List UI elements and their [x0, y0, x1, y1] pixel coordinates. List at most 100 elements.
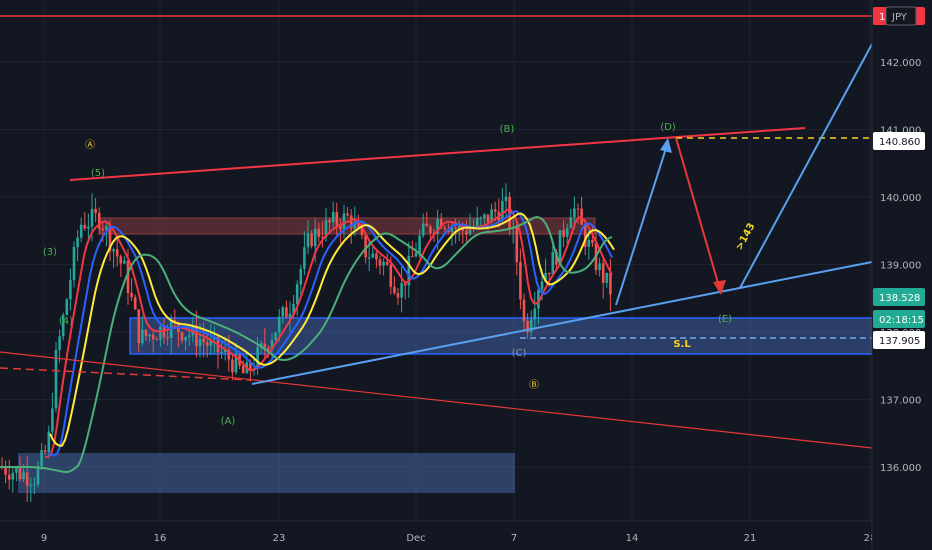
wave-label: (B): [500, 124, 515, 135]
candle-body: [159, 326, 162, 340]
candle-body: [281, 307, 285, 317]
candle-body: [40, 450, 43, 467]
candle-body: [187, 335, 191, 337]
candle-body: [306, 233, 310, 248]
candle-body: [403, 283, 407, 286]
wave-label: (A): [221, 416, 236, 427]
candle-body: [598, 263, 601, 270]
candle-body: [475, 218, 479, 227]
candle-body: [540, 281, 544, 290]
price-tag-label: 02:18:15: [879, 315, 924, 326]
candle-body: [533, 308, 537, 320]
candle-body: [267, 347, 270, 350]
candle-body: [371, 253, 375, 258]
x-tick-label: 16: [154, 533, 167, 544]
candle-body: [443, 227, 447, 229]
candle-body: [529, 319, 533, 333]
candle-body: [378, 259, 382, 266]
candle-body: [295, 284, 299, 304]
candle-body: [551, 252, 555, 275]
candle-body: [263, 343, 267, 348]
x-axis: 9 16 23 Dec 7 14 21 28: [0, 520, 932, 550]
candle-body: [400, 283, 403, 298]
candle-body: [393, 286, 396, 294]
wave-label: Ⓐ: [85, 139, 95, 151]
candle-body: [4, 467, 7, 475]
candle-body: [119, 256, 123, 264]
candle-body: [425, 223, 429, 227]
candle-body: [25, 472, 29, 486]
candle-body: [133, 297, 137, 310]
candle-body: [72, 246, 76, 281]
y-tick-label: 142.000: [880, 58, 921, 69]
candle-body: [112, 249, 115, 252]
candle-body: [515, 227, 519, 263]
candle-body: [382, 261, 385, 266]
candle-body: [51, 408, 54, 432]
candle-body: [36, 466, 40, 485]
candle-body: [580, 208, 583, 225]
y-tick-label: 137.000: [880, 396, 921, 407]
candle-body: [303, 247, 306, 269]
candle-body: [220, 352, 223, 354]
candle-body: [7, 474, 11, 480]
wave-label: (3): [43, 247, 57, 258]
candle-body: [565, 227, 569, 237]
candle-body: [501, 201, 504, 221]
candle-body: [465, 230, 468, 235]
candle-body: [15, 468, 18, 473]
candle-body: [389, 264, 393, 287]
wave-label: (C): [512, 348, 527, 359]
wave-label: (5): [91, 168, 105, 179]
candle-body: [277, 316, 281, 333]
wave-label: Ⓑ: [529, 379, 539, 391]
candle-body: [285, 307, 288, 318]
candle-body: [11, 472, 15, 480]
candle-body: [414, 252, 418, 257]
candle-body: [418, 235, 421, 253]
candle-body: [288, 313, 292, 318]
candle-body: [151, 334, 155, 340]
candle-body: [493, 209, 497, 212]
candle-body: [385, 261, 389, 265]
candle-body: [90, 208, 94, 227]
currency-badge-label: JPY: [891, 12, 908, 23]
price-chart[interactable]: Ⓐ(5)(3)(4)(A)(B)(C)Ⓑ(D)(E)>143S.L 9 16 23 D…: [0, 0, 932, 550]
candle-body: [79, 224, 83, 238]
candle-body: [483, 214, 486, 218]
candle-body: [101, 228, 105, 231]
candle-body: [587, 239, 591, 247]
candle-body: [33, 484, 36, 486]
candle-body: [429, 226, 432, 233]
candle-body: [198, 338, 202, 347]
candle-body: [205, 342, 209, 346]
candle-body: [519, 262, 522, 300]
resistance-zone: [99, 217, 596, 235]
x-tick-label: 23: [273, 533, 286, 544]
candle-body: [547, 272, 551, 275]
candle-body: [335, 212, 339, 226]
candle-body: [317, 228, 321, 237]
candle-body: [609, 272, 612, 295]
candle-body: [328, 219, 331, 223]
candle-body: [396, 293, 400, 298]
y-tick-label: 136.000: [880, 463, 921, 474]
candle-body: [155, 339, 159, 341]
candle-body: [202, 338, 205, 343]
candle-body: [486, 214, 490, 223]
candle-body: [562, 230, 565, 237]
candle-body: [591, 239, 594, 244]
price-tag-label: 137.905: [879, 336, 920, 347]
candle-body: [299, 268, 303, 285]
candle-body: [331, 212, 335, 223]
candle-body: [65, 299, 69, 315]
wave-label: (D): [660, 122, 676, 133]
candle-body: [421, 223, 425, 236]
candle-body: [137, 309, 141, 344]
candle-body: [180, 332, 184, 341]
candle-body: [241, 365, 245, 374]
x-tick-label: Dec: [406, 533, 425, 544]
candle-body: [148, 334, 151, 337]
x-axis-band: [0, 521, 932, 550]
candle-body: [76, 237, 79, 247]
